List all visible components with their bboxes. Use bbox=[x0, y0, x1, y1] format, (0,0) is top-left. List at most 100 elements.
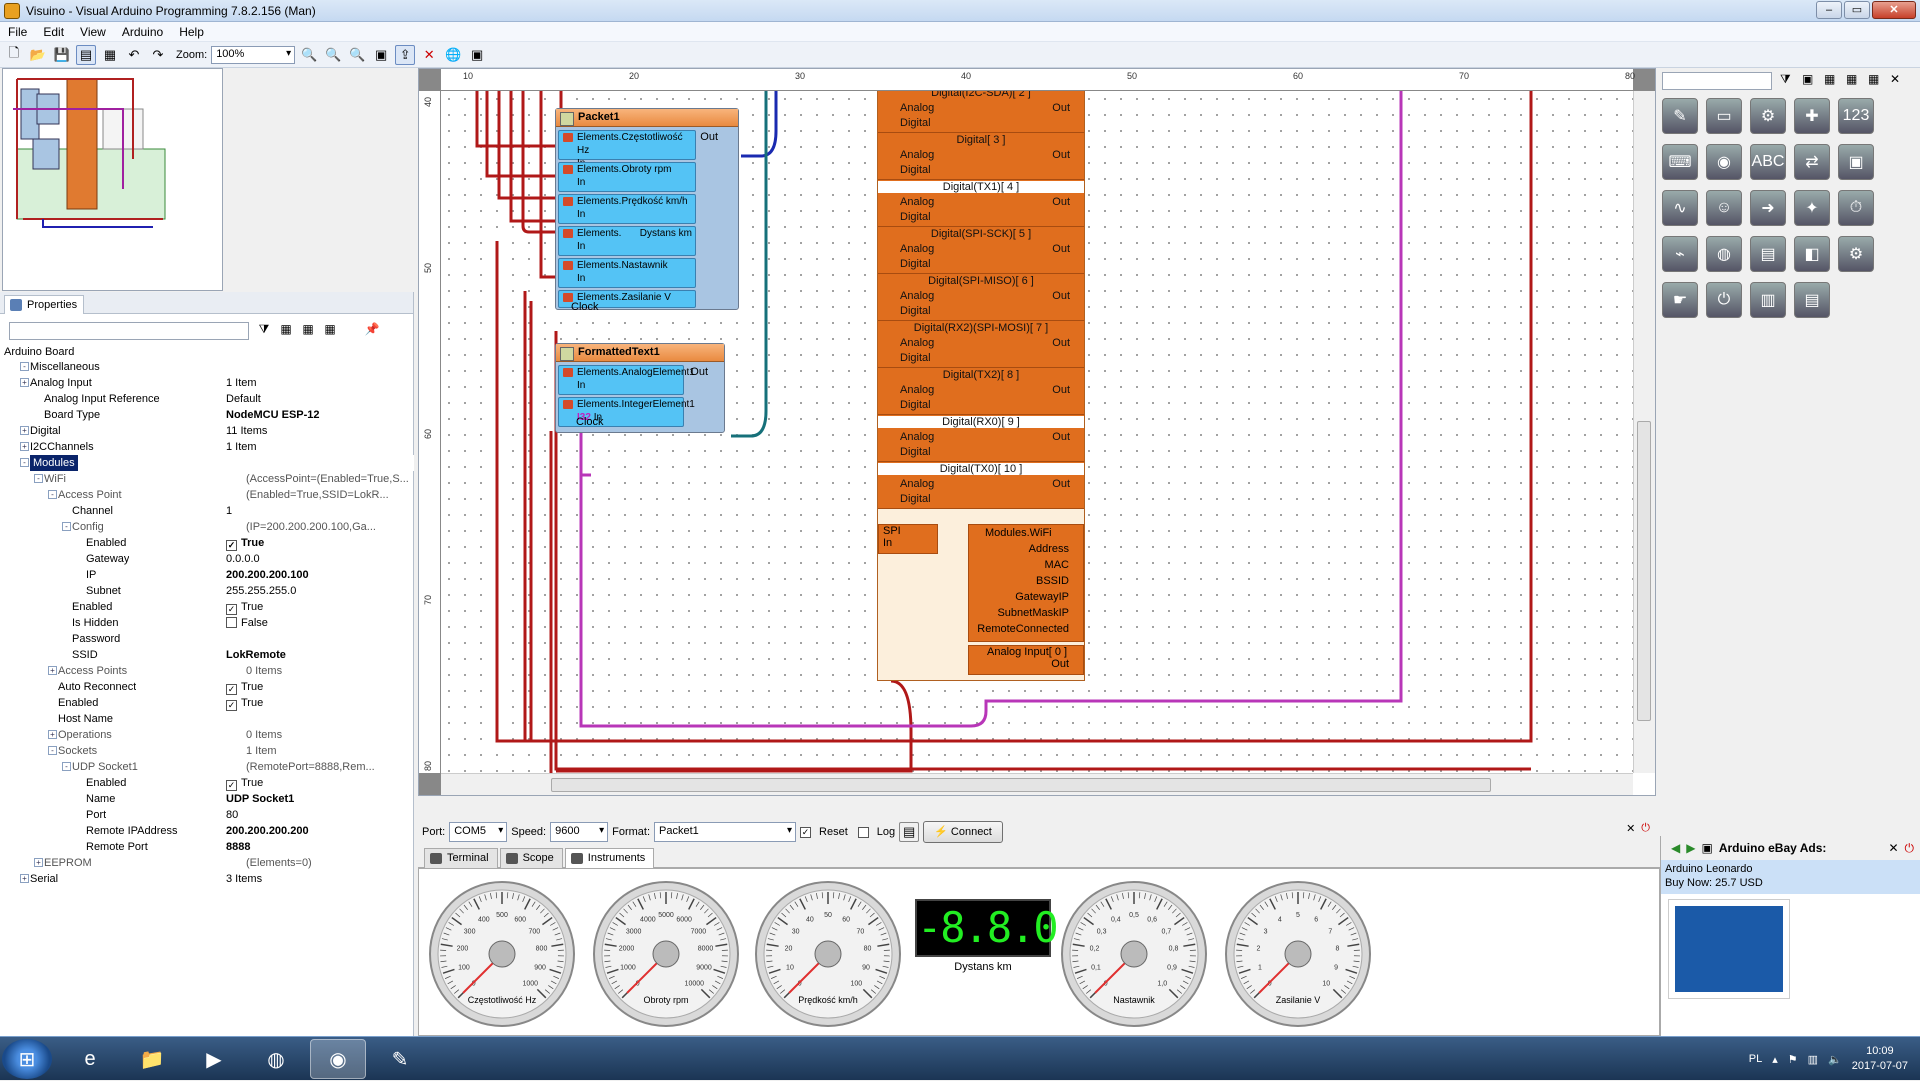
property-value[interactable]: 200.200.200.100 bbox=[226, 567, 309, 583]
packet-pin-2[interactable]: Elements.Obroty rpmIn bbox=[558, 162, 696, 192]
analog-pin[interactable]: Analog bbox=[900, 196, 934, 208]
menu-edit[interactable]: Edit bbox=[35, 25, 72, 39]
property-row[interactable]: +Serial3 Items bbox=[0, 871, 414, 887]
language-indicator[interactable]: PL bbox=[1749, 1053, 1762, 1065]
property-value[interactable]: 11 Items bbox=[226, 423, 267, 439]
property-row[interactable]: +I2CChannels1 Item bbox=[0, 439, 414, 455]
palette-rainbow-icon[interactable]: ◍ bbox=[1706, 236, 1742, 272]
property-value[interactable]: 0 Items bbox=[246, 727, 282, 743]
property-row[interactable]: Remote IPAddress200.200.200.200 bbox=[0, 823, 414, 839]
property-checkbox[interactable]: ✓ bbox=[226, 684, 237, 695]
expand-icon[interactable]: + bbox=[20, 874, 29, 883]
digital-pin-block[interactable]: Digital(I2C-SDA)[ 2 ]AnalogDigitalOut bbox=[878, 91, 1084, 133]
out-pin[interactable]: Out bbox=[1052, 431, 1070, 443]
reset-checkbox[interactable]: ✓ bbox=[800, 827, 811, 838]
packet-pin-4[interactable]: Elements. Dystans kmIn bbox=[558, 226, 696, 256]
property-value[interactable]: (IP=200.200.200.100,Ga... bbox=[246, 519, 376, 535]
palette-collapse-icon[interactable]: ▦ bbox=[1846, 72, 1862, 88]
palette-remote-icon[interactable]: ☺ bbox=[1706, 190, 1742, 226]
out-pin[interactable]: Out bbox=[1052, 149, 1070, 161]
property-value[interactable]: (RemotePort=8888,Rem... bbox=[246, 759, 375, 775]
digital-pin-block[interactable]: Digital(RX2)(SPI-MOSI)[ 7 ]AnalogDigital… bbox=[878, 321, 1084, 368]
speed-select[interactable]: 9600 bbox=[550, 822, 608, 842]
spi-block[interactable]: SPIIn bbox=[878, 524, 938, 554]
digital-pin[interactable]: Digital bbox=[900, 493, 931, 505]
property-row[interactable]: -Miscellaneous bbox=[0, 359, 414, 375]
delete-icon[interactable]: ✕ bbox=[419, 45, 439, 65]
property-row[interactable]: Is HiddenFalse bbox=[0, 615, 414, 631]
palette-convert-icon[interactable]: ⇄ bbox=[1794, 144, 1830, 180]
palette-3d-icon[interactable]: ◧ bbox=[1794, 236, 1830, 272]
formattedtext-component[interactable]: FormattedText1 Elements.AnalogElement1In… bbox=[555, 343, 725, 433]
analog-pin[interactable]: Analog bbox=[900, 337, 934, 349]
out-pin[interactable]: Out bbox=[1052, 337, 1070, 349]
palette-expand-icon[interactable]: ▦ bbox=[1824, 72, 1840, 88]
arduino-board-component[interactable]: Digital(I2C-SDA)[ 2 ]AnalogDigitalOut Dig… bbox=[877, 91, 1085, 681]
out-pin[interactable]: Out bbox=[1052, 290, 1070, 302]
digital-pin[interactable]: Digital bbox=[900, 305, 931, 317]
palette-wave-icon[interactable]: ∿ bbox=[1662, 190, 1698, 226]
palette-view-icon[interactable]: ▣ bbox=[1802, 72, 1818, 88]
digital-pin-block[interactable]: Digital(RX0)[ 9 ]AnalogDigitalOut bbox=[878, 415, 1084, 462]
palette-motor-icon[interactable]: ⚙ bbox=[1750, 98, 1786, 134]
packet-pin-1[interactable]: Elements.Częstotliwość HzIn bbox=[558, 130, 696, 160]
property-value[interactable]: 0.0.0.0 bbox=[226, 551, 260, 567]
menu-view[interactable]: View bbox=[72, 25, 114, 39]
property-row[interactable]: +Operations0 Items bbox=[0, 727, 414, 743]
property-value[interactable]: ✓True bbox=[226, 679, 263, 695]
filter-icon[interactable]: ⧩ bbox=[256, 322, 272, 338]
property-row[interactable]: NameUDP Socket1 bbox=[0, 791, 414, 807]
property-row[interactable]: -UDP Socket1(RemotePort=8888,Rem... bbox=[0, 759, 414, 775]
tray-arrow-icon[interactable]: ▴ bbox=[1772, 1053, 1778, 1066]
property-row[interactable]: -Config(IP=200.200.200.100,Ga... bbox=[0, 519, 414, 535]
palette-numbers-icon[interactable]: 123 bbox=[1838, 98, 1874, 134]
property-row[interactable]: Enabled✓True bbox=[0, 695, 414, 711]
globe-icon[interactable]: 🌐 bbox=[443, 45, 463, 65]
digital-pin-block[interactable]: Digital(SPI-SCK)[ 5 ]AnalogDigitalOut bbox=[878, 227, 1084, 274]
palette-search-input[interactable] bbox=[1662, 72, 1772, 90]
expand-icon[interactable]: + bbox=[48, 666, 57, 675]
property-checkbox[interactable]: ✓ bbox=[226, 780, 237, 791]
board-icon[interactable]: ▣ bbox=[371, 45, 391, 65]
property-row[interactable]: Auto Reconnect✓True bbox=[0, 679, 414, 695]
property-checkbox[interactable] bbox=[226, 617, 237, 628]
log-checkbox[interactable] bbox=[858, 827, 869, 838]
property-row[interactable]: Board TypeNodeMCU ESP-12 bbox=[0, 407, 414, 423]
collapse-icon[interactable]: - bbox=[48, 490, 57, 499]
tab-terminal[interactable]: Terminal bbox=[424, 848, 498, 868]
ads-next-icon[interactable]: ▶ bbox=[1686, 841, 1695, 855]
palette-box-icon[interactable]: ▣ bbox=[1838, 144, 1874, 180]
digital-pin-block[interactable]: Digital(SPI-MISO)[ 6 ]AnalogDigitalOut bbox=[878, 274, 1084, 321]
property-value[interactable]: 1 bbox=[226, 503, 232, 519]
property-row[interactable]: +Analog Input1 Item bbox=[0, 375, 414, 391]
packet-component[interactable]: Packet1 Elements.Częstotliwość HzIn Elem… bbox=[555, 108, 739, 310]
wifi-pin-subnet[interactable]: SubnetMaskIP bbox=[969, 605, 1083, 621]
property-row[interactable]: Enabled✓True bbox=[0, 535, 414, 551]
wifi-pin-bssid[interactable]: BSSID bbox=[969, 573, 1083, 589]
property-row[interactable]: Enabled✓True bbox=[0, 775, 414, 791]
close-button[interactable]: ✕ bbox=[1872, 1, 1916, 19]
digital-pin[interactable]: Digital bbox=[900, 211, 931, 223]
palette-text-icon[interactable]: ABC bbox=[1750, 144, 1786, 180]
ads-prev-icon[interactable]: ◀ bbox=[1671, 841, 1680, 855]
packet-pin-3[interactable]: Elements.Prędkość km/hIn bbox=[558, 194, 696, 224]
property-value[interactable]: ✓True bbox=[226, 775, 263, 791]
palette-doc-icon[interactable]: ▤ bbox=[1794, 282, 1830, 318]
collapse-icon[interactable]: ▦ bbox=[300, 322, 316, 338]
pin-icon[interactable]: 📌 bbox=[364, 322, 380, 338]
tray-volume-icon[interactable]: 🔈 bbox=[1828, 1053, 1842, 1066]
out-pin[interactable]: Out bbox=[1052, 102, 1070, 114]
property-value[interactable]: 3 Items bbox=[226, 871, 262, 887]
property-checkbox[interactable]: ✓ bbox=[226, 604, 237, 615]
design-overview[interactable] bbox=[2, 68, 223, 291]
property-value[interactable]: (AccessPoint=(Enabled=True,S... bbox=[246, 471, 409, 487]
property-value[interactable]: 0 Items bbox=[246, 663, 282, 679]
upload-icon[interactable]: ⇪ bbox=[395, 45, 415, 65]
ie-icon[interactable]: e bbox=[62, 1039, 118, 1079]
start-button[interactable]: ⊞ bbox=[2, 1039, 52, 1079]
zoom-in-icon[interactable]: 🔍 bbox=[299, 45, 319, 65]
property-row[interactable]: -Sockets1 Item bbox=[0, 743, 414, 759]
layout-icon[interactable]: ▤ bbox=[76, 45, 96, 65]
analog-pin[interactable]: Analog bbox=[900, 149, 934, 161]
property-value[interactable]: (Elements=0) bbox=[246, 855, 312, 871]
